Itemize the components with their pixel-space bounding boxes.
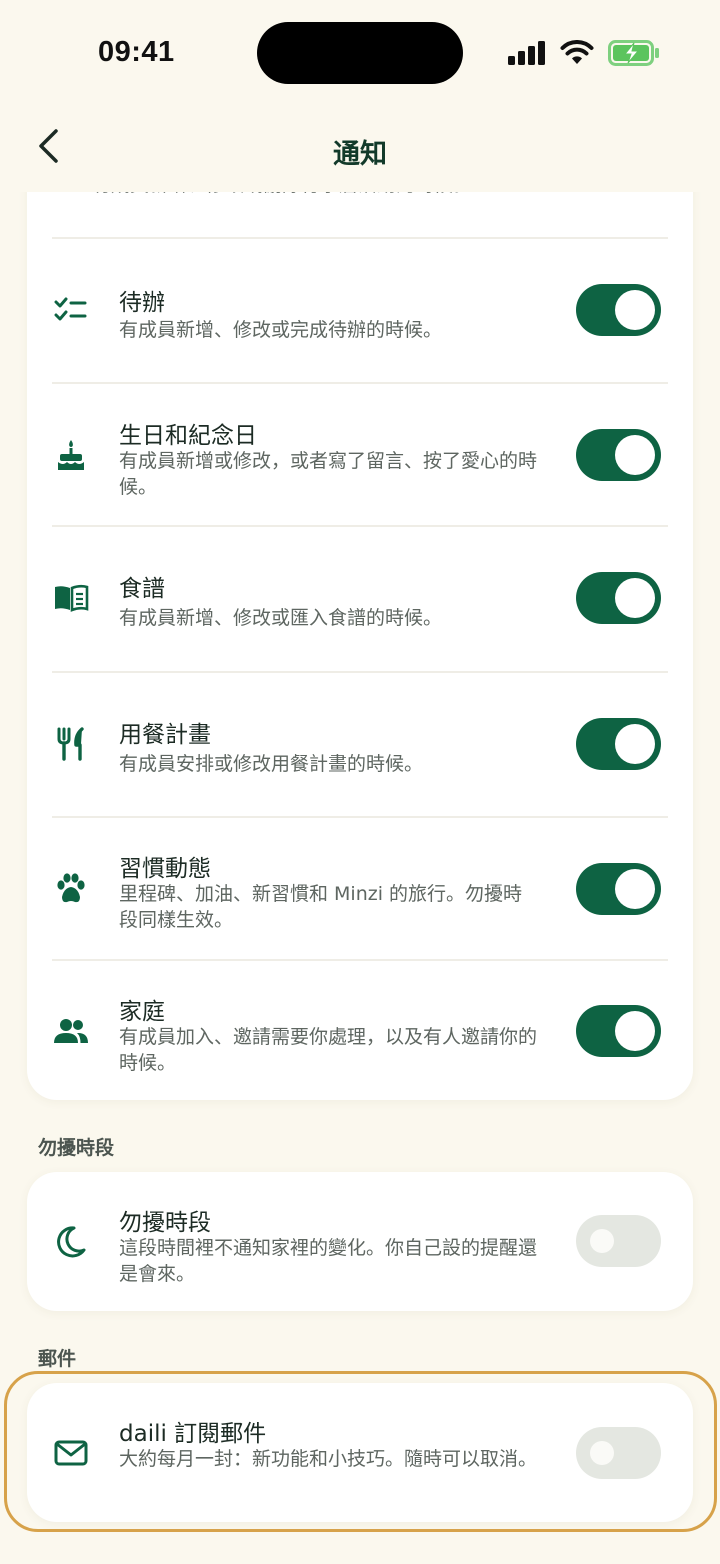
row-description: 有成員新增或修改，或者寫了留言、按了愛心的時候。 xyxy=(119,450,538,498)
mail-card: daili 訂閱郵件 大約每月一封：新功能和小技巧。隨時可以取消。 xyxy=(27,1383,693,1522)
dnd-title: 勿擾時段 xyxy=(119,1210,211,1236)
page-title: 通知 xyxy=(333,139,387,170)
cake-icon xyxy=(51,435,91,475)
row-title: 家庭 xyxy=(119,999,165,1025)
dynamic-island xyxy=(257,22,463,84)
recipes-toggle[interactable] xyxy=(576,572,661,624)
cellular-signal-icon xyxy=(508,41,545,65)
row-description: 有成員新增、修改或完成待辦的時候。 xyxy=(119,319,443,341)
dnd-description: 這段時間裡不通知家裡的變化。你自己設的提醒還是會來。 xyxy=(119,1237,538,1285)
status-icons xyxy=(508,38,660,68)
meal-plan-toggle[interactable] xyxy=(576,718,661,770)
dnd-card: 勿擾時段 這段時間裡不通知家裡的變化。你自己設的提醒還是會來。 xyxy=(27,1172,693,1311)
fork-knife-icon xyxy=(51,724,91,764)
birthday-toggle[interactable] xyxy=(576,429,661,481)
setting-row-birthday: 生日和紀念日 有成員新增或修改，或者寫了留言、按了愛心的時候。 xyxy=(27,384,693,525)
section-label-mail: 郵件 xyxy=(38,1348,77,1370)
row-description: 有成員新增、修改或匯入食譜的時候。 xyxy=(119,607,443,629)
row-description: 有成員安排或修改用餐計畫的時候。 xyxy=(119,753,424,775)
nav-header: 通知 xyxy=(0,108,720,192)
wifi-icon xyxy=(560,40,594,64)
mail-icon xyxy=(51,1433,91,1473)
section-label-dnd: 勿擾時段 xyxy=(38,1137,115,1159)
dnd-toggle[interactable] xyxy=(576,1215,661,1267)
row-title: 待辦 xyxy=(119,290,165,316)
battery-charging-icon xyxy=(608,40,659,66)
row-description: 里程碑、加油、新習慣和 Minzi 的旅行。勿擾時段同樣生效。 xyxy=(119,883,523,931)
setting-row-todo: 待辦 有成員新增、修改或完成待辦的時候。 xyxy=(27,239,693,382)
todo-toggle[interactable] xyxy=(576,284,661,336)
mail-description: 大約每月一封：新功能和小技巧。隨時可以取消。 xyxy=(119,1448,538,1470)
setting-row-family: 家庭 有成員加入、邀請需要你處理，以及有人邀請你的時候。 xyxy=(27,961,693,1100)
row-title: 食譜 xyxy=(119,576,165,602)
status-bar: 09:41 xyxy=(0,0,720,108)
family-toggle[interactable] xyxy=(576,1005,661,1057)
recipe-book-icon xyxy=(51,578,91,618)
setting-row-habits: 習慣動態 里程碑、加油、新習慣和 Minzi 的旅行。勿擾時段同樣生效。 xyxy=(27,818,693,959)
moon-icon xyxy=(51,1222,91,1262)
mail-title: daili 訂閱郵件 xyxy=(119,1421,267,1447)
row-title: 習慣動態 xyxy=(119,856,211,882)
paw-icon xyxy=(51,869,91,909)
checklist-icon xyxy=(51,290,91,330)
habits-toggle[interactable] xyxy=(576,863,661,915)
row-title: 用餐計畫 xyxy=(119,722,211,748)
setting-row-meal-plan: 用餐計畫 有成員安排或修改用餐計畫的時候。 xyxy=(27,673,693,816)
status-time: 09:41 xyxy=(98,36,175,68)
mail-toggle[interactable] xyxy=(576,1427,661,1479)
setting-row-recipes: 食譜 有成員新增、修改或匯入食譜的時候。 xyxy=(27,527,693,671)
row-description: 有成員加入、邀請需要你處理，以及有人邀請你的時候。 xyxy=(119,1026,538,1074)
people-icon xyxy=(51,1011,91,1051)
row-title: 生日和紀念日 xyxy=(119,423,257,449)
